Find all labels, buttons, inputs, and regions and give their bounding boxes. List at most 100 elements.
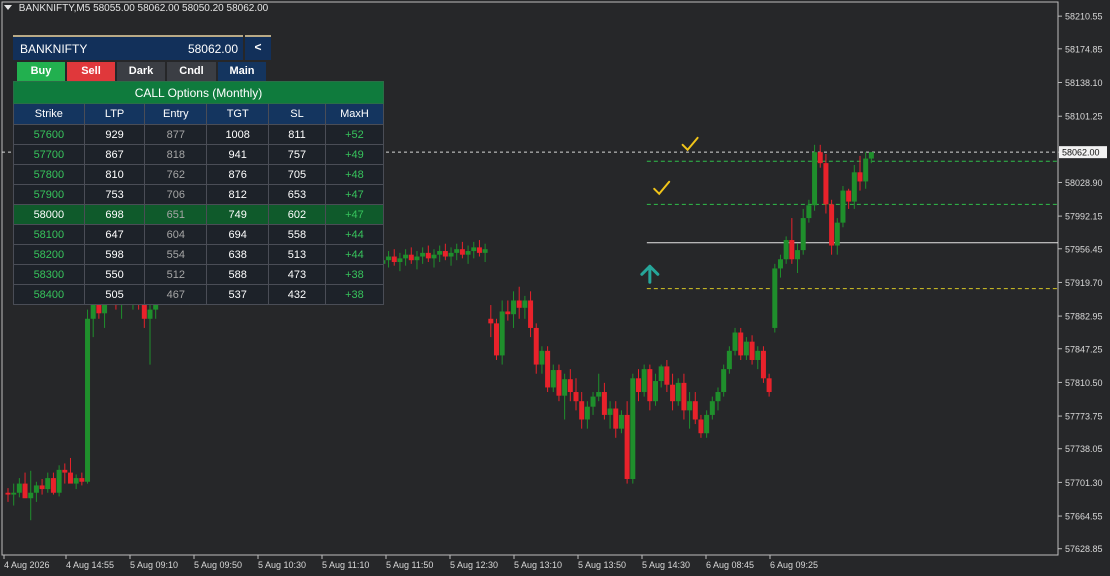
candle-body <box>721 369 727 393</box>
candle-body <box>840 190 846 223</box>
target-check-icon <box>653 180 671 196</box>
table-row[interactable]: 57900 753 706 812 653 +47 <box>13 184 385 205</box>
cell-sl: 513 <box>268 244 326 265</box>
cell-tgt: 537 <box>206 284 270 305</box>
cell-maxh: +44 <box>324 244 385 265</box>
sell-button[interactable]: Sell <box>67 62 115 81</box>
candle-body <box>397 258 403 263</box>
x-tick-label: 5 Aug 13:10 <box>514 560 562 570</box>
candle-body <box>16 483 22 493</box>
candle-body <box>635 378 641 393</box>
ohlc-values: 58055.00 58062.00 58050.20 58062.00 <box>93 3 269 14</box>
x-tick-label: 5 Aug 14:30 <box>642 560 690 570</box>
candle-body <box>442 251 448 257</box>
candle-body <box>5 492 11 495</box>
candle-body <box>22 483 28 499</box>
candle-body <box>39 485 45 490</box>
cell-ltp: 598 <box>83 244 146 265</box>
candle-body <box>732 332 738 351</box>
candle-body <box>715 392 721 402</box>
y-tick-label: 57956.45 <box>1065 244 1103 254</box>
candle-body <box>698 419 704 434</box>
cell-strike: 58200 <box>13 244 85 265</box>
candle-body <box>743 341 749 356</box>
candle-body <box>448 252 454 257</box>
chart-title: BANKNIFTY,M5 58055.00 58062.00 58050.20 … <box>4 3 268 14</box>
table-row[interactable]: 57800 810 762 876 705 +48 <box>13 164 385 185</box>
candle-body <box>147 309 153 319</box>
candle-body <box>28 492 34 499</box>
target-check-icon <box>681 136 699 152</box>
cell-tgt: 638 <box>206 244 270 265</box>
cell-tgt: 1008 <box>206 124 270 145</box>
candle-body <box>505 311 511 315</box>
current-price-label: 58062.00 <box>1062 148 1100 158</box>
cell-ltp: 929 <box>83 124 146 145</box>
candle-body <box>817 152 823 164</box>
candle-body <box>658 366 664 382</box>
y-tick-label: 58138.10 <box>1065 78 1103 88</box>
cell-strike: 58300 <box>13 264 85 285</box>
candle-body <box>726 350 732 370</box>
x-tick-label: 4 Aug 14:55 <box>66 560 114 570</box>
candle-body <box>573 392 579 402</box>
table-row[interactable]: 57600 929 877 1008 811 +52 <box>13 124 385 145</box>
candle-body <box>664 366 670 385</box>
candle-body <box>823 163 829 205</box>
symbol-timeframe: BANKNIFTY,M5 <box>18 3 91 14</box>
main-button[interactable]: Main <box>218 62 266 81</box>
candle-body <box>812 152 818 206</box>
x-tick-label: 5 Aug 09:10 <box>130 560 178 570</box>
table-row[interactable]: 58100 647 604 694 558 +44 <box>13 224 385 245</box>
column-header-ltp: LTP <box>83 103 146 125</box>
cell-entry: 651 <box>144 204 208 225</box>
candle-body <box>800 218 806 251</box>
candle-body <box>386 256 392 261</box>
cell-ltp: 867 <box>83 144 146 165</box>
candle-body <box>33 485 39 493</box>
table-row[interactable]: 58000 698 651 749 602 +47 <box>13 204 385 225</box>
x-tick-label: 4 Aug 2026 <box>4 560 50 570</box>
candle-body <box>777 259 783 269</box>
buy-button[interactable]: Buy <box>17 62 65 81</box>
table-row[interactable]: 58300 550 512 588 473 +38 <box>13 264 385 285</box>
candle-body <box>45 478 51 490</box>
y-tick-label: 57738.05 <box>1065 444 1103 454</box>
dark-button[interactable]: Dark <box>117 62 165 81</box>
candle-body <box>56 469 62 493</box>
candle-body <box>834 222 840 246</box>
candle-body <box>806 205 812 219</box>
candle-body <box>522 300 528 308</box>
collapse-button[interactable]: < <box>245 35 271 60</box>
table-row[interactable]: 58200 598 554 638 513 +44 <box>13 244 385 265</box>
candle-body <box>539 350 545 365</box>
candle-body <box>760 350 766 379</box>
cell-entry: 818 <box>144 144 208 165</box>
candle-body <box>533 327 539 365</box>
table-caption-row: CALL Options (Monthly) <box>13 81 384 104</box>
candle-body <box>738 332 744 356</box>
y-tick-label: 57701.30 <box>1065 478 1103 488</box>
table-row[interactable]: 57700 867 818 941 757 +49 <box>13 144 385 165</box>
candle-body <box>789 240 795 260</box>
x-tick-label: 5 Aug 12:30 <box>450 560 498 570</box>
y-tick-label: 57919.70 <box>1065 278 1103 288</box>
candle-body <box>459 249 465 255</box>
table-row[interactable]: 58400 505 467 537 432 +38 <box>13 284 385 305</box>
cell-maxh: +49 <box>324 144 385 165</box>
dropdown-triangle-icon[interactable] <box>4 5 12 10</box>
cell-ltp: 698 <box>83 204 146 225</box>
y-tick-label: 57847.25 <box>1065 344 1103 354</box>
cell-tgt: 749 <box>206 204 270 225</box>
candle-body <box>454 249 460 253</box>
symbol-name: BANKNIFTY <box>20 42 88 56</box>
cell-ltp: 505 <box>83 284 146 305</box>
candle-body <box>579 401 585 420</box>
cell-entry: 877 <box>144 124 208 145</box>
cell-sl: 705 <box>268 164 326 185</box>
candle-body <box>562 379 568 396</box>
cell-entry: 762 <box>144 164 208 185</box>
cell-maxh: +44 <box>324 224 385 245</box>
cndl-button[interactable]: Cndl <box>167 62 216 81</box>
candle-body <box>641 369 647 393</box>
